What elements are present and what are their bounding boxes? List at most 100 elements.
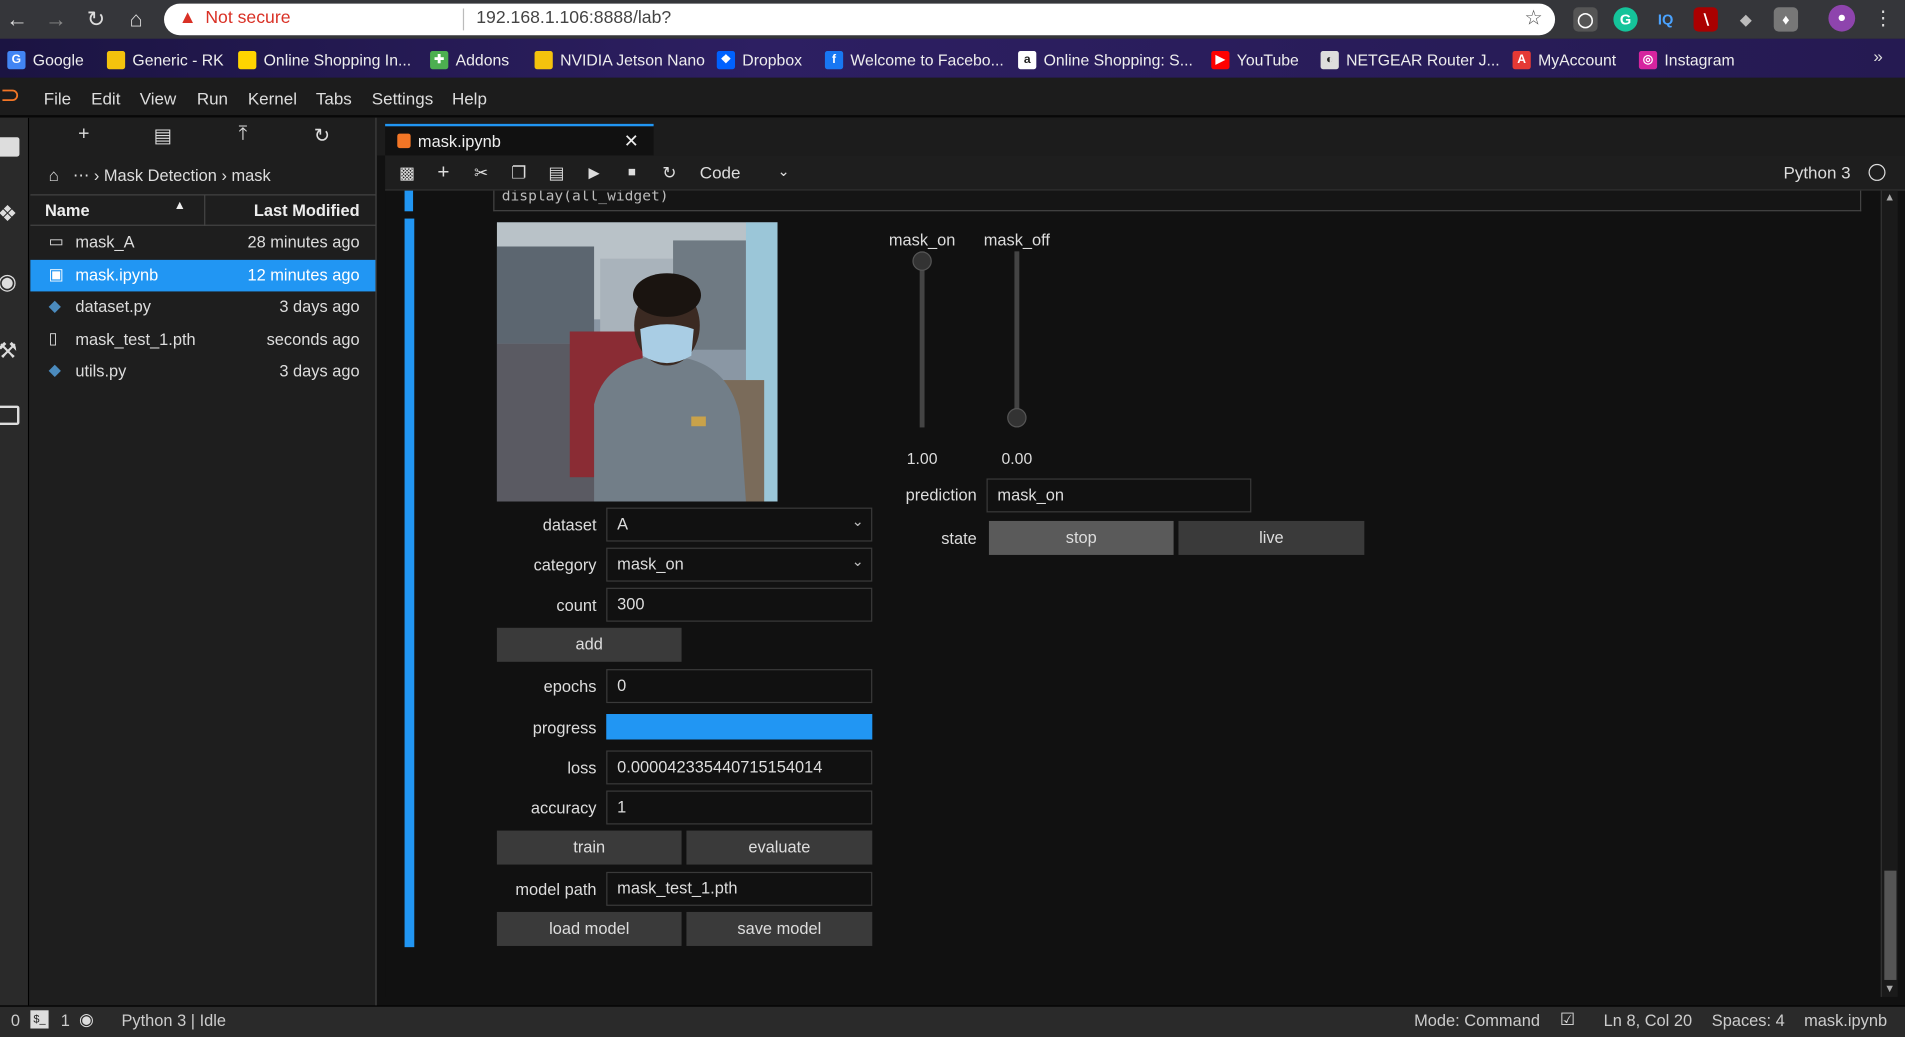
reload-icon[interactable]: ↻ — [81, 5, 110, 34]
new-folder-icon[interactable]: ▤ — [145, 124, 181, 151]
scroll-up-icon[interactable]: ▲ — [1884, 191, 1895, 203]
chevron-down-icon[interactable]: ⌄ — [778, 163, 790, 180]
file-row-file[interactable]: ▯ mask_test_1.pth seconds ago — [30, 324, 375, 356]
more-bookmarks-icon[interactable]: » — [1873, 46, 1882, 65]
bookmark-6[interactable]: f Welcome to Facebo... — [824, 47, 1004, 71]
code-cell[interactable]: display(all_widget) — [493, 190, 1862, 212]
menu-file[interactable]: File — [44, 89, 71, 108]
count-field[interactable]: 300 — [606, 587, 873, 622]
file-row-python[interactable]: ◆ utils.py 3 days ago — [30, 356, 375, 388]
name-column-header[interactable]: Name — [45, 202, 90, 220]
menu-settings[interactable]: Settings — [372, 89, 433, 108]
cursor-position[interactable]: Ln 8, Col 20 — [1604, 1012, 1692, 1030]
mask-on-slider[interactable] — [912, 251, 932, 428]
tabs-icon[interactable] — [0, 405, 20, 426]
running-icon[interactable]: ❖ — [0, 202, 17, 228]
bookmark-9[interactable]: ◐ NETGEAR Router J... — [1320, 47, 1500, 71]
slider-knob[interactable] — [912, 251, 932, 271]
slider-knob[interactable] — [1007, 408, 1027, 428]
bookmark-11[interactable]: ◎ Instagram — [1638, 47, 1735, 71]
home-icon[interactable]: ⌂ — [121, 5, 150, 34]
dataset-dropdown[interactable]: A ⌄ — [606, 507, 873, 542]
copy-icon[interactable]: ❐ — [505, 163, 532, 185]
shield-extension-icon[interactable]: ◆ — [1734, 7, 1758, 31]
file-row-folder[interactable]: ▭ mask_A 28 minutes ago — [30, 227, 375, 259]
bookmark-1[interactable]: Generic - RK — [106, 47, 224, 71]
mask-off-slider[interactable] — [1007, 251, 1027, 428]
bookmark-5[interactable]: ❖ Dropbox — [716, 47, 802, 71]
scroll-thumb[interactable] — [1884, 870, 1897, 980]
cut-icon[interactable]: ✂ — [468, 163, 495, 185]
save-icon[interactable]: ▩ — [394, 163, 421, 185]
file-row-notebook[interactable]: ▣ mask.ipynb 12 minutes ago — [30, 259, 376, 291]
evaluate-button[interactable]: evaluate — [686, 830, 873, 865]
model-path-field[interactable]: mask_test_1.pth — [606, 871, 873, 906]
save-model-button[interactable]: save model — [686, 911, 873, 946]
menu-run[interactable]: Run — [197, 89, 228, 108]
grammarly-icon[interactable]: G — [1613, 7, 1638, 32]
kernel-name[interactable]: Python 3 — [1783, 163, 1850, 182]
tab-mask-ipynb[interactable]: mask.ipynb ✕ — [385, 123, 654, 156]
address-bar[interactable]: ▲ Not secure 192.168.1.106:8888/lab? ☆ — [164, 3, 1556, 36]
live-toggle-button[interactable]: live — [1178, 520, 1365, 555]
load-model-button[interactable]: load model — [496, 911, 682, 946]
bookmark-8[interactable]: ▶ YouTube — [1211, 47, 1299, 71]
home-folder-icon[interactable]: ⌂ — [49, 165, 59, 184]
kernel-shield-icon[interactable]: ◉ — [79, 1009, 94, 1030]
menu-view[interactable]: View — [140, 89, 177, 108]
scroll-down-icon[interactable]: ▼ — [1884, 982, 1895, 994]
browser-menu-icon[interactable]: ⋮ — [1869, 5, 1898, 34]
file-row-python[interactable]: ◆ dataset.py 3 days ago — [30, 291, 375, 323]
new-launcher-icon[interactable]: + — [66, 124, 102, 151]
bookmark-0[interactable]: G Google — [7, 47, 84, 71]
back-icon[interactable]: ← — [2, 5, 31, 34]
pdf-icon[interactable]: ∖ — [1693, 7, 1718, 32]
iq-icon[interactable]: IQ — [1653, 7, 1677, 31]
breadcrumb[interactable]: ⋯ › Mask Detection › mask — [73, 166, 271, 185]
output-selection-bar[interactable] — [404, 218, 415, 948]
accuracy-field[interactable]: 1 — [606, 790, 873, 825]
sort-ascending-icon[interactable]: ▲ — [174, 199, 186, 212]
trusted-shield-icon[interactable]: ☑ — [1560, 1009, 1575, 1030]
category-dropdown[interactable]: mask_on ⌄ — [606, 547, 873, 582]
scrollbar[interactable]: ▲ ▼ — [1880, 190, 1898, 997]
palette-icon[interactable]: ◉ — [0, 270, 17, 296]
run-icon[interactable]: ▶ — [581, 164, 608, 186]
bookmark-3[interactable]: ✚ Addons — [430, 47, 509, 71]
kernel-status[interactable]: Python 3 | Idle — [121, 1012, 226, 1030]
folder-tab-icon[interactable] — [0, 137, 20, 157]
wrench-icon[interactable]: ⚒ — [0, 339, 17, 365]
profile-avatar[interactable]: ● — [1828, 4, 1856, 32]
restart-icon[interactable]: ↻ — [656, 163, 683, 185]
close-tab-icon[interactable]: ✕ — [624, 130, 639, 152]
terminal-count[interactable]: 0 — [11, 1012, 20, 1030]
insert-cell-icon[interactable]: + — [430, 160, 457, 183]
train-button[interactable]: train — [496, 830, 682, 865]
forward-icon[interactable]: → — [41, 5, 70, 34]
menu-help[interactable]: Help — [452, 89, 487, 108]
upload-icon[interactable]: ⤒ — [225, 124, 261, 151]
kernel-count[interactable]: 1 — [61, 1012, 70, 1030]
extension-icon[interactable]: ◯ — [1573, 7, 1598, 32]
stop-icon[interactable]: ■ — [618, 165, 645, 187]
paste-icon[interactable]: ▤ — [543, 163, 570, 185]
add-button[interactable]: add — [496, 627, 682, 662]
prediction-field[interactable]: mask_on — [986, 478, 1252, 513]
indent-spaces[interactable]: Spaces: 4 — [1712, 1012, 1785, 1030]
menu-tabs[interactable]: Tabs — [316, 89, 352, 108]
refresh-icon[interactable]: ↻ — [304, 124, 340, 151]
puzzle-icon[interactable]: ♦ — [1773, 7, 1799, 32]
modified-column-header[interactable]: Last Modified — [254, 202, 360, 220]
bookmark-10[interactable]: A MyAccount — [1512, 47, 1616, 71]
bookmark-star-icon[interactable]: ☆ — [1524, 6, 1543, 30]
menu-kernel[interactable]: Kernel — [248, 89, 297, 108]
bookmark-7[interactable]: a Online Shopping: S... — [1018, 47, 1193, 71]
loss-field[interactable]: 0.000042335440715154014 — [606, 750, 873, 785]
bookmark-4[interactable]: NVIDIA Jetson Nano — [534, 47, 705, 71]
mode-indicator[interactable]: Mode: Command — [1414, 1012, 1540, 1030]
terminal-icon[interactable]: $_ — [30, 1010, 49, 1029]
stop-toggle-button[interactable]: stop — [988, 520, 1174, 555]
epochs-field[interactable]: 0 — [606, 669, 873, 704]
bookmark-2[interactable]: Online Shopping In... — [238, 47, 411, 71]
menu-edit[interactable]: Edit — [91, 89, 120, 108]
